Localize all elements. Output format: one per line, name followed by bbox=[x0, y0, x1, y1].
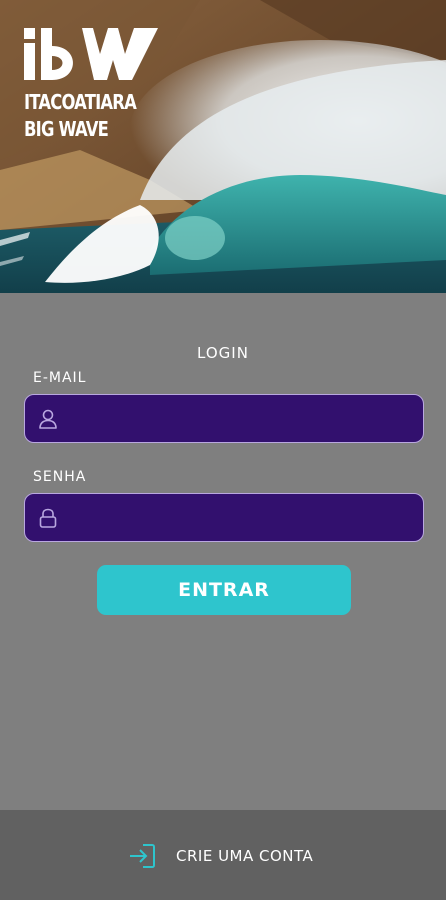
email-input[interactable] bbox=[73, 395, 413, 442]
ibw-logo: ITACOATIARA BIG WAVE bbox=[22, 26, 162, 156]
password-label: SENHA bbox=[33, 469, 87, 485]
logo-text-line2: BIG WAVE bbox=[24, 117, 109, 141]
login-button[interactable]: ENTRAR bbox=[97, 565, 351, 615]
hero-image: ITACOATIARA BIG WAVE bbox=[0, 0, 446, 293]
sign-in-icon bbox=[130, 844, 155, 868]
create-account-label: CRIE UMA CONTA bbox=[176, 847, 314, 865]
user-icon bbox=[39, 409, 57, 429]
logo-text-line1: ITACOATIARA bbox=[24, 90, 137, 114]
ibw-logo-mark bbox=[24, 28, 158, 80]
password-field[interactable] bbox=[24, 493, 424, 542]
email-label: E-MAIL bbox=[33, 370, 87, 386]
login-title: LOGIN bbox=[197, 344, 249, 362]
email-field[interactable] bbox=[24, 394, 424, 443]
create-account-link[interactable]: CRIE UMA CONTA bbox=[128, 843, 313, 869]
footer-bar: CRIE UMA CONTA bbox=[0, 810, 446, 900]
lock-icon bbox=[39, 508, 57, 528]
password-input[interactable] bbox=[73, 494, 413, 541]
